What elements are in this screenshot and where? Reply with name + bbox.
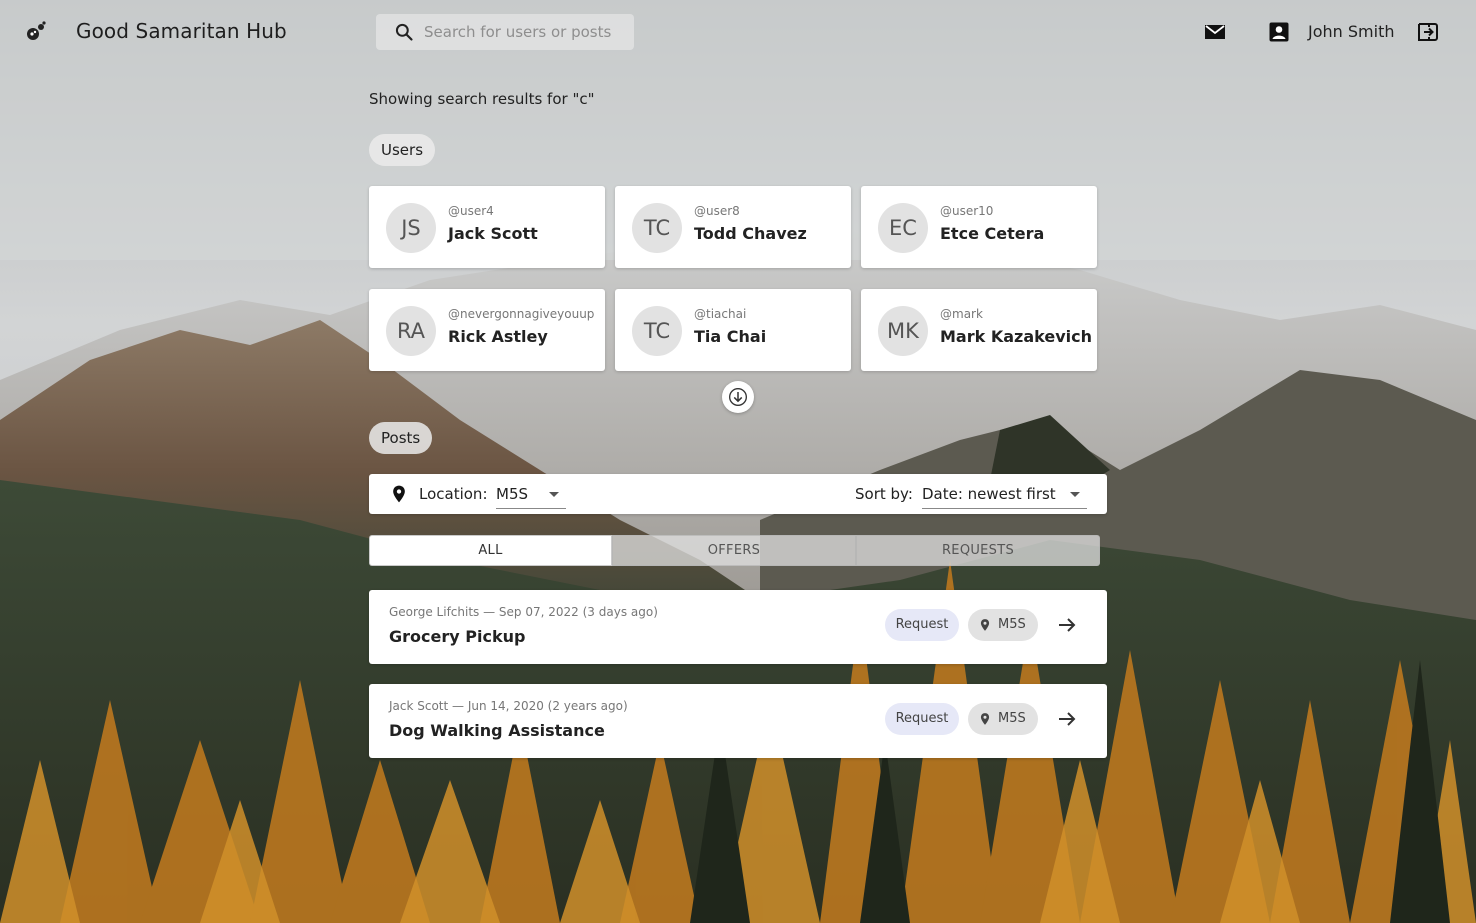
post-filter-bar: Location: M5S Sort by: Date: newest firs… bbox=[369, 474, 1107, 514]
user-card[interactable]: JS @user4 Jack Scott bbox=[369, 186, 605, 268]
tab-offers[interactable]: OFFERS bbox=[612, 535, 856, 566]
avatar: RA bbox=[386, 306, 436, 356]
user-card[interactable]: MK @mark Mark Kazakevich bbox=[861, 289, 1097, 371]
user-handle: @mark bbox=[940, 307, 983, 321]
post-location-text: M5S bbox=[998, 711, 1026, 726]
logout-icon[interactable] bbox=[1416, 20, 1440, 44]
user-display-name: Tia Chai bbox=[694, 327, 767, 346]
post-title[interactable]: Grocery Pickup bbox=[389, 627, 525, 646]
user-handle: @user10 bbox=[940, 204, 994, 218]
tab-all[interactable]: ALL bbox=[369, 535, 612, 566]
avatar: EC bbox=[878, 203, 928, 253]
user-handle: @tiachai bbox=[694, 307, 747, 321]
arrow-down-icon bbox=[729, 388, 747, 406]
arrow-forward-icon[interactable] bbox=[1055, 613, 1079, 637]
user-display-name: Etce Cetera bbox=[940, 224, 1045, 243]
post-type-badge: Request bbox=[885, 609, 959, 641]
location-select-value: M5S bbox=[496, 485, 529, 503]
post-meta: Jack Scott — Jun 14, 2020 (2 years ago) bbox=[389, 699, 628, 713]
user-display-name: Mark Kazakevich bbox=[940, 327, 1092, 346]
sort-select-value: Date: newest first bbox=[922, 485, 1056, 503]
user-card[interactable]: TC @tiachai Tia Chai bbox=[615, 289, 851, 371]
search-results-heading: Showing search results for "c" bbox=[369, 90, 595, 108]
search-icon bbox=[395, 23, 413, 41]
app-title[interactable]: Good Samaritan Hub bbox=[76, 19, 287, 43]
avatar: TC bbox=[632, 306, 682, 356]
user-display-name: Todd Chavez bbox=[694, 224, 807, 243]
avatar: MK bbox=[878, 306, 928, 356]
logo-icon[interactable] bbox=[24, 20, 48, 44]
user-handle: @user8 bbox=[694, 204, 740, 218]
show-more-users-button[interactable] bbox=[722, 381, 754, 413]
account-box-icon[interactable] bbox=[1267, 20, 1291, 44]
post-type-tabs: ALL OFFERS REQUESTS bbox=[369, 535, 1100, 566]
user-card[interactable]: EC @user10 Etce Cetera bbox=[861, 186, 1097, 268]
sort-label: Sort by: bbox=[855, 485, 913, 503]
sort-select[interactable]: Date: newest first bbox=[922, 480, 1087, 509]
mail-icon[interactable] bbox=[1203, 20, 1227, 44]
post-location-badge: M5S bbox=[968, 703, 1038, 735]
user-display-name: Jack Scott bbox=[448, 224, 538, 243]
avatar: TC bbox=[632, 203, 682, 253]
user-handle: @nevergonnagiveyouup bbox=[448, 307, 595, 321]
post-card[interactable]: Jack Scott — Jun 14, 2020 (2 years ago) D… bbox=[369, 684, 1107, 758]
post-type-badge: Request bbox=[885, 703, 959, 735]
post-card[interactable]: George Lifchits — Sep 07, 2022 (3 days a… bbox=[369, 590, 1107, 664]
user-card[interactable]: TC @user8 Todd Chavez bbox=[615, 186, 851, 268]
users-section-chip: Users bbox=[369, 134, 436, 166]
background-landscape bbox=[0, 0, 1476, 923]
dropdown-arrow-icon bbox=[549, 492, 559, 497]
tab-requests[interactable]: REQUESTS bbox=[856, 535, 1100, 566]
top-bar: Good Samaritan Hub John Smith bbox=[0, 0, 1476, 64]
user-handle: @user4 bbox=[448, 204, 494, 218]
user-name[interactable]: John Smith bbox=[1308, 22, 1394, 41]
user-card[interactable]: RA @nevergonnagiveyouup Rick Astley bbox=[369, 289, 605, 371]
post-location-badge: M5S bbox=[968, 609, 1038, 641]
location-label: Location: bbox=[419, 485, 488, 503]
location-pin-icon bbox=[980, 713, 990, 725]
search-box[interactable] bbox=[376, 14, 634, 50]
location-pin-icon bbox=[393, 485, 405, 503]
user-display-name: Rick Astley bbox=[448, 327, 548, 346]
posts-section-chip: Posts bbox=[369, 422, 433, 454]
location-pin-icon bbox=[980, 619, 990, 631]
search-input[interactable] bbox=[424, 14, 624, 50]
arrow-forward-icon[interactable] bbox=[1055, 707, 1079, 731]
post-location-text: M5S bbox=[998, 617, 1026, 632]
post-meta: George Lifchits — Sep 07, 2022 (3 days a… bbox=[389, 605, 658, 619]
avatar: JS bbox=[386, 203, 436, 253]
location-select[interactable]: M5S bbox=[496, 480, 566, 509]
post-title[interactable]: Dog Walking Assistance bbox=[389, 721, 605, 740]
dropdown-arrow-icon bbox=[1070, 492, 1080, 497]
